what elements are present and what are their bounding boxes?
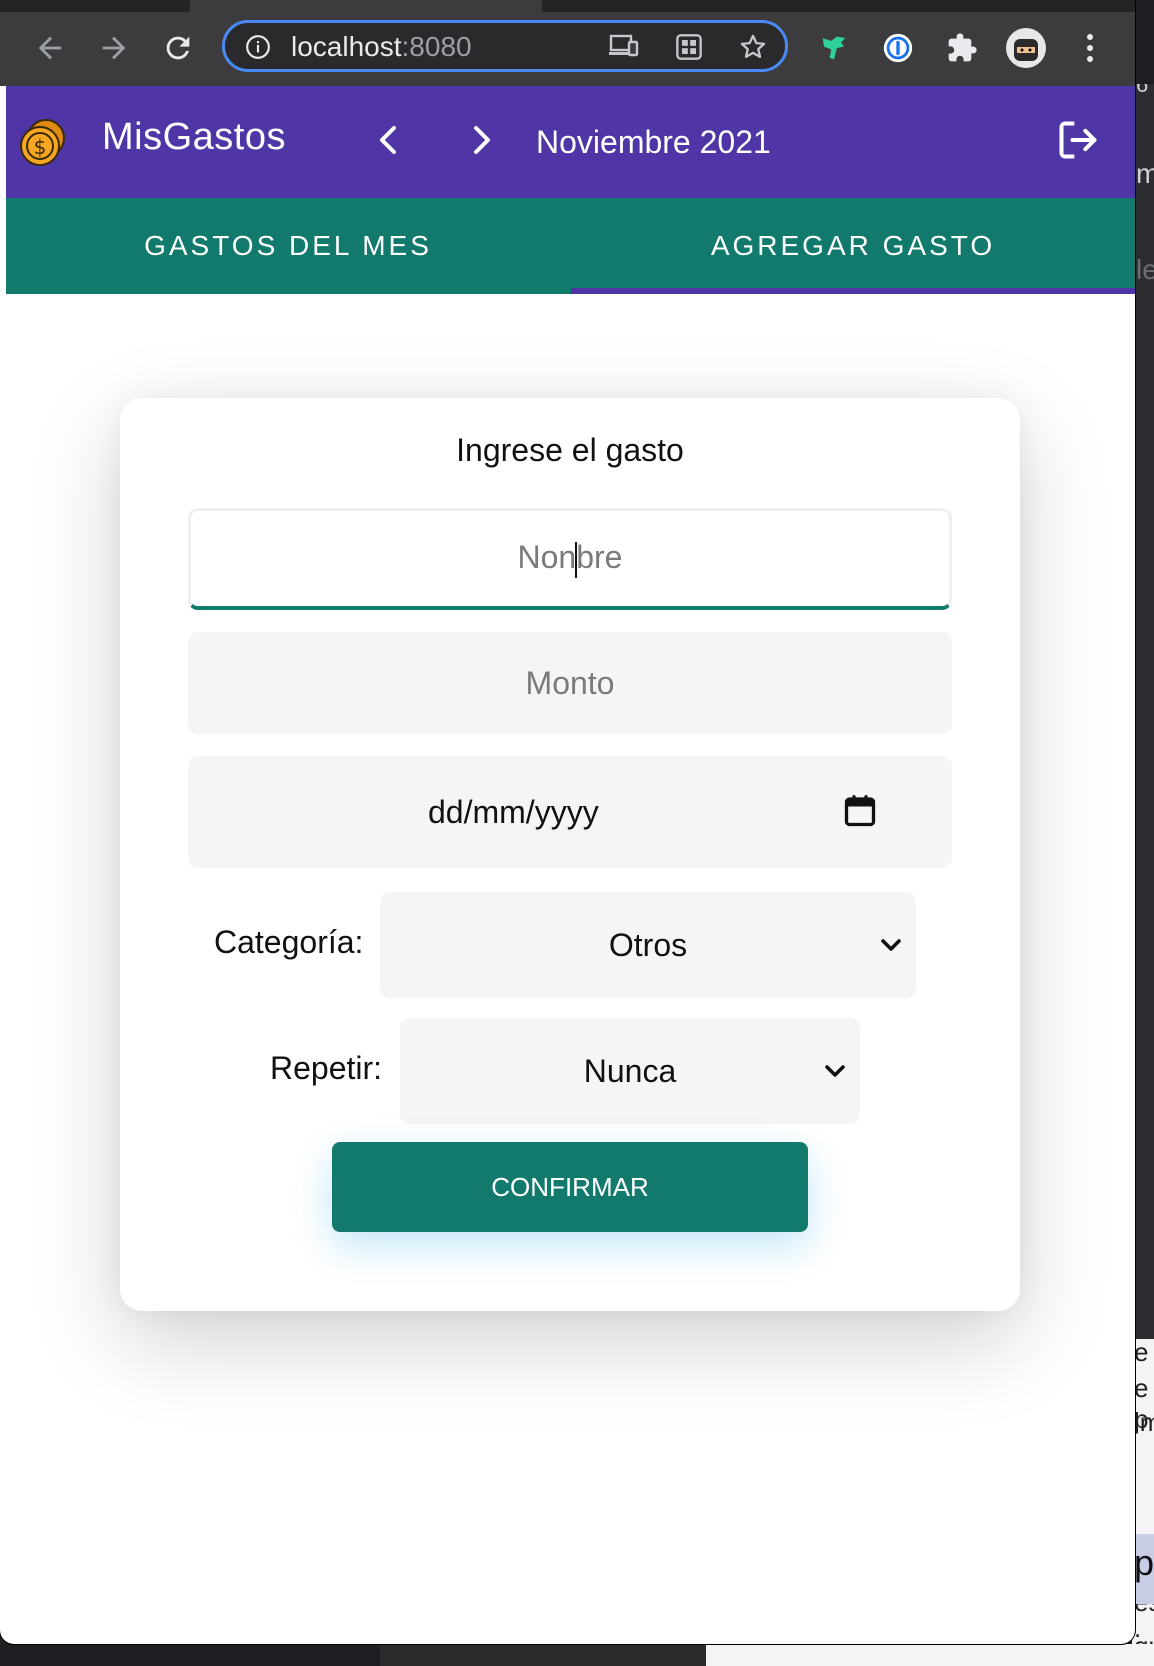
bg-fragment: lm — [1134, 1407, 1154, 1437]
browser-tab-active[interactable] — [190, 0, 542, 12]
category-select[interactable]: Otros — [380, 892, 916, 998]
logout-icon[interactable] — [1056, 118, 1100, 167]
browser-menu-icon[interactable] — [1068, 26, 1112, 70]
tab-gastos-del-mes[interactable]: GASTOS DEL MES — [6, 198, 570, 294]
svg-text:$: $ — [34, 135, 47, 159]
back-arrow-icon[interactable] — [28, 26, 72, 70]
app-header: $ MisGastos Noviembre 2021 — [6, 86, 1135, 198]
bg-fragment: m — [1136, 158, 1154, 189]
name-placeholder: Nonbre — [518, 539, 622, 578]
password-manager-icon[interactable] — [876, 26, 920, 70]
chevron-down-icon — [824, 1056, 846, 1093]
bg-fragment: p — [1134, 1542, 1154, 1583]
amount-input[interactable]: Monto — [188, 632, 952, 734]
bg-fragment: e — [1134, 1337, 1149, 1367]
bg-highlight: p — [1132, 1534, 1154, 1604]
extensions-puzzle-icon[interactable] — [940, 26, 984, 70]
address-bar[interactable]: localhost:8080 — [222, 20, 788, 72]
active-tab-indicator — [571, 288, 1135, 294]
repeat-label: Repetir: — [270, 1050, 383, 1086]
calendar-icon[interactable] — [842, 792, 878, 838]
date-placeholder: dd/mm/yyyy — [428, 794, 599, 830]
forward-arrow-icon[interactable] — [92, 26, 136, 70]
confirm-button[interactable]: CONFIRMAR — [332, 1142, 808, 1232]
chevron-down-icon — [880, 930, 902, 967]
qr-code-icon[interactable] — [675, 33, 703, 66]
bg-document: e e p lm es . qu — [1132, 1337, 1154, 1666]
extension-green-icon[interactable] — [812, 26, 856, 70]
tab-bar: GASTOS DEL MES AGREGAR GASTO — [6, 198, 1135, 294]
form-title: Ingrese el gasto — [456, 432, 684, 468]
category-selected-value: Otros — [608, 926, 688, 963]
date-input[interactable]: dd/mm/yyyy — [188, 756, 952, 868]
amount-placeholder: Monto — [525, 664, 615, 701]
repeat-select[interactable]: Nunca — [400, 1018, 860, 1124]
bg-taskbar — [706, 1644, 1154, 1666]
url-text: localhost:8080 — [291, 31, 472, 62]
reload-icon[interactable] — [156, 26, 200, 70]
bg-fragment: 6 — [1136, 84, 1149, 97]
profile-avatar-icon[interactable] — [1004, 26, 1048, 70]
category-label: Categoría: — [214, 924, 364, 960]
tab-agregar-gasto[interactable]: AGREGAR GASTO — [571, 198, 1135, 294]
cast-device-icon[interactable] — [609, 33, 639, 64]
previous-month-chevron-icon[interactable] — [374, 122, 402, 163]
coins-logo-icon: $ — [14, 116, 70, 177]
repeat-selected-value: Nunca — [583, 1052, 677, 1089]
next-month-chevron-icon[interactable] — [468, 122, 496, 163]
tab-strip — [0, 0, 1135, 12]
bookmark-star-icon[interactable] — [739, 33, 767, 66]
app-title: MisGastos — [102, 116, 286, 158]
site-info-icon[interactable] — [245, 34, 271, 65]
bg-fragment: le — [1136, 254, 1154, 285]
bg-taskbar — [380, 1644, 706, 1666]
current-month-label: Noviembre 2021 — [536, 124, 771, 160]
name-input[interactable]: Nonbre — [188, 508, 952, 610]
browser-window: localhost:8080 $ MisGastos Noviembre 202… — [0, 0, 1135, 1644]
browser-toolbar: localhost:8080 — [0, 0, 1135, 86]
expense-form-card: Ingrese el gasto Nonbre Monto dd/mm/yyyy… — [120, 398, 1020, 1311]
background-window-strip: 6 m le e e p lm es . qu p — [1132, 84, 1154, 1666]
